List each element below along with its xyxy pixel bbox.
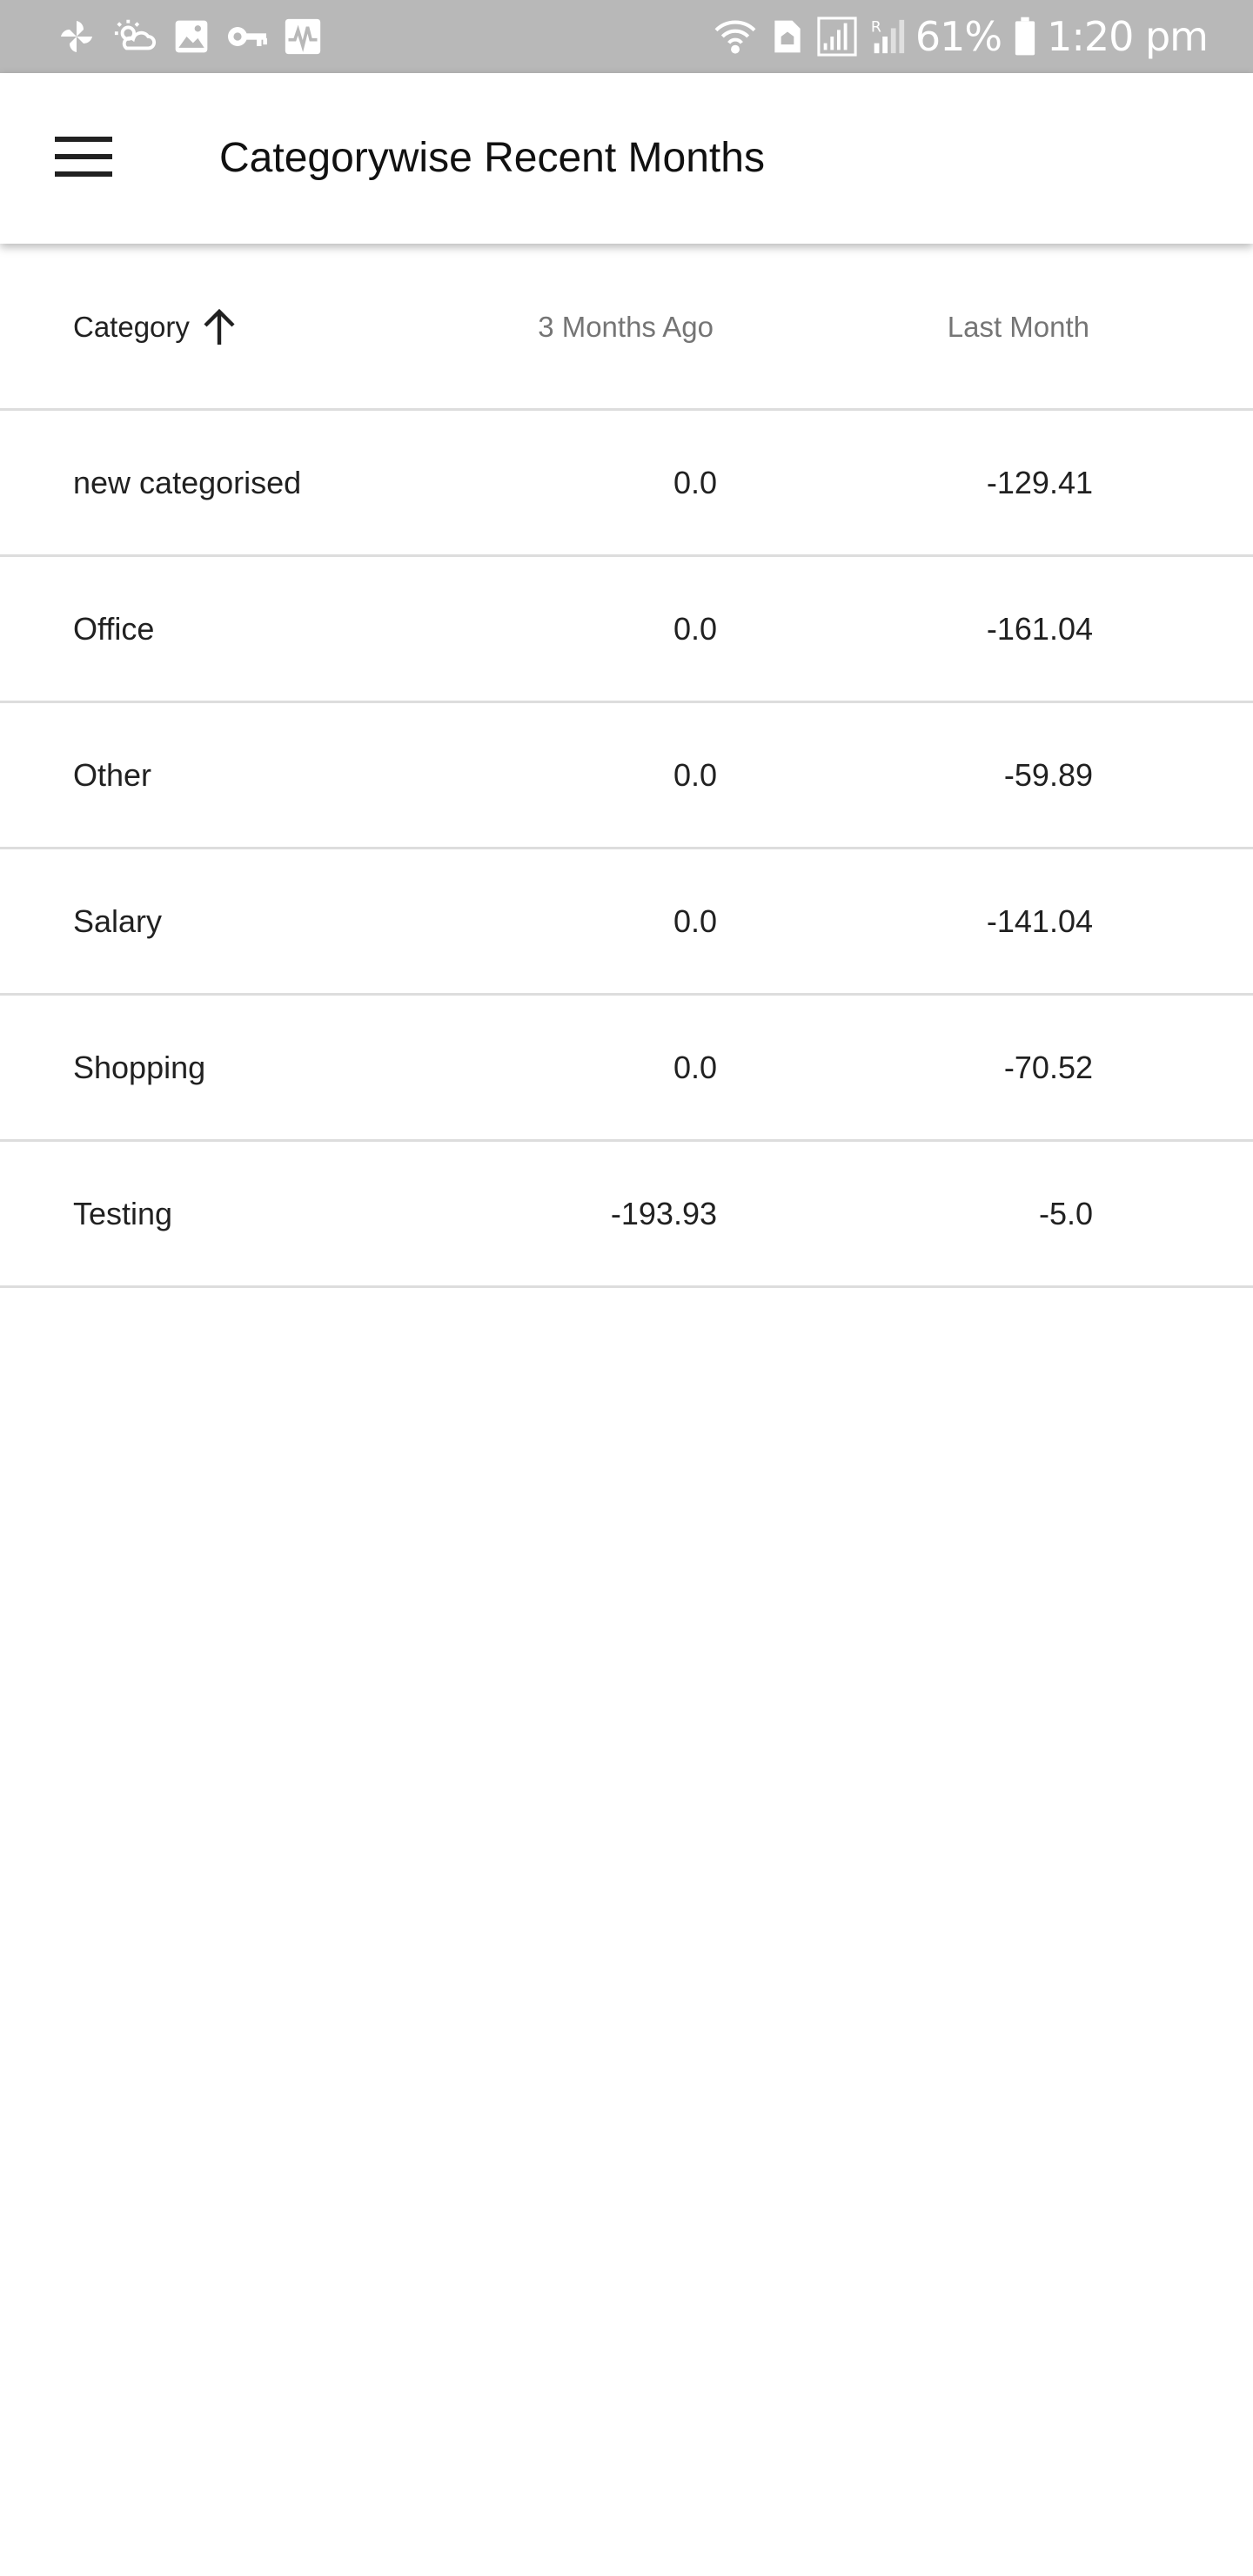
hamburger-menu-icon xyxy=(55,136,112,181)
cell-last-month: -5.0 xyxy=(1038,1196,1093,1231)
battery-icon xyxy=(1014,17,1036,57)
column-header-label: Category xyxy=(73,311,190,343)
table-row[interactable]: Office 0.0 -161.04 xyxy=(0,557,1253,703)
cell-last-month: -129.41 xyxy=(986,465,1093,500)
sim-icon xyxy=(771,17,804,56)
cell-last-month: -70.52 xyxy=(1003,1050,1093,1085)
table-row[interactable]: Salary 0.0 -141.04 xyxy=(0,849,1253,996)
image-icon xyxy=(172,17,211,56)
status-notification-icons xyxy=(56,16,338,57)
pinwheel-icon xyxy=(56,16,97,57)
signal-icon xyxy=(816,17,858,57)
cell-category: Office xyxy=(73,611,155,647)
arrow-up-icon xyxy=(202,308,237,346)
cell-category: Salary xyxy=(73,903,163,939)
wifi-icon xyxy=(712,17,759,56)
cell-category: Testing xyxy=(73,1196,173,1231)
column-header-label: 3 Months Ago xyxy=(538,311,714,343)
app-bar: Categorywise Recent Months xyxy=(0,73,1253,244)
page-title: Categorywise Recent Months xyxy=(219,135,765,181)
cell-3-months-ago: -193.93 xyxy=(610,1196,717,1231)
cell-last-month: -59.89 xyxy=(1003,757,1093,793)
cell-3-months-ago: 0.0 xyxy=(673,611,717,647)
battery-percentage: 61% xyxy=(915,13,1002,60)
cell-last-month: -161.04 xyxy=(986,611,1093,647)
status-system-icons: R 61% 1:20 pm xyxy=(700,13,1209,60)
column-header-last-month[interactable]: Last Month xyxy=(948,244,1089,411)
weather-icon xyxy=(113,16,157,57)
table-row[interactable]: Shopping 0.0 -70.52 xyxy=(0,996,1253,1142)
activity-icon xyxy=(284,17,322,56)
cell-category: Shopping xyxy=(73,1050,206,1085)
table-row[interactable]: Other 0.0 -59.89 xyxy=(0,703,1253,849)
clock: 1:20 pm xyxy=(1047,13,1209,60)
column-header-3-months-ago[interactable]: 3 Months Ago xyxy=(538,244,714,411)
cell-3-months-ago: 0.0 xyxy=(673,757,717,793)
column-header-label: Last Month xyxy=(947,311,1089,343)
status-bar: R 61% 1:20 pm xyxy=(0,0,1253,73)
table-row[interactable]: new categorised 0.0 -129.41 xyxy=(0,411,1253,557)
table-row[interactable]: Testing -193.93 -5.0 xyxy=(0,1142,1253,1288)
cell-3-months-ago: 0.0 xyxy=(673,465,717,500)
cell-category: Other xyxy=(73,757,152,793)
category-table: Category 3 Months Ago Last Month new cat… xyxy=(0,244,1253,1288)
menu-button[interactable] xyxy=(40,115,127,202)
cell-3-months-ago: 0.0 xyxy=(673,903,717,939)
svg-text:R: R xyxy=(871,18,881,36)
cell-last-month: -141.04 xyxy=(986,903,1093,939)
column-header-category[interactable]: Category xyxy=(73,244,237,411)
cell-3-months-ago: 0.0 xyxy=(673,1050,717,1085)
table-header: Category 3 Months Ago Last Month xyxy=(0,244,1253,411)
cell-category: new categorised xyxy=(73,465,302,500)
signal-roaming-icon: R xyxy=(870,17,905,57)
key-icon xyxy=(226,17,268,56)
